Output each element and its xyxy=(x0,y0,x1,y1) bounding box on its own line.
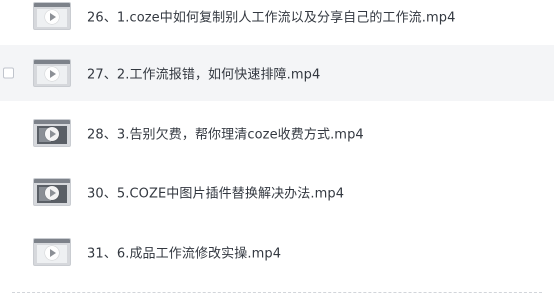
file-row[interactable]: 27、2.工作流报错，如何快速排障.mp4 xyxy=(0,45,554,101)
play-icon xyxy=(45,127,59,141)
play-icon xyxy=(45,246,59,260)
file-row[interactable]: 28、3.告别欠费，帮你理清coze收费方式.mp4 xyxy=(0,105,554,161)
file-name: 26、1.coze中如何复制别人工作流以及分享自己的工作流.mp4 xyxy=(87,10,456,26)
video-thumbnail-icon xyxy=(33,2,71,30)
video-thumbnail-icon xyxy=(33,238,71,266)
video-thumbnail-icon xyxy=(33,178,71,206)
file-row[interactable]: 30、5.COZE中图片插件替换解决办法.mp4 xyxy=(0,164,554,220)
divider xyxy=(12,292,542,293)
video-thumbnail-icon xyxy=(33,59,71,87)
file-name: 31、6.成品工作流修改实操.mp4 xyxy=(87,246,282,262)
checkbox-icon[interactable] xyxy=(3,67,14,79)
file-row[interactable]: 31、6.成品工作流修改实操.mp4 xyxy=(0,224,554,280)
file-list: 26、1.coze中如何复制别人工作流以及分享自己的工作流.mp4 27、2.工… xyxy=(0,0,554,295)
file-row[interactable]: 26、1.coze中如何复制别人工作流以及分享自己的工作流.mp4 xyxy=(0,0,554,44)
file-name: 27、2.工作流报错，如何快速排障.mp4 xyxy=(87,67,321,83)
file-name: 30、5.COZE中图片插件替换解决办法.mp4 xyxy=(87,186,345,202)
play-icon xyxy=(45,10,59,24)
play-icon xyxy=(45,67,59,81)
play-icon xyxy=(45,186,59,200)
file-name: 28、3.告别欠费，帮你理清coze收费方式.mp4 xyxy=(87,127,364,143)
video-thumbnail-icon xyxy=(33,119,71,147)
